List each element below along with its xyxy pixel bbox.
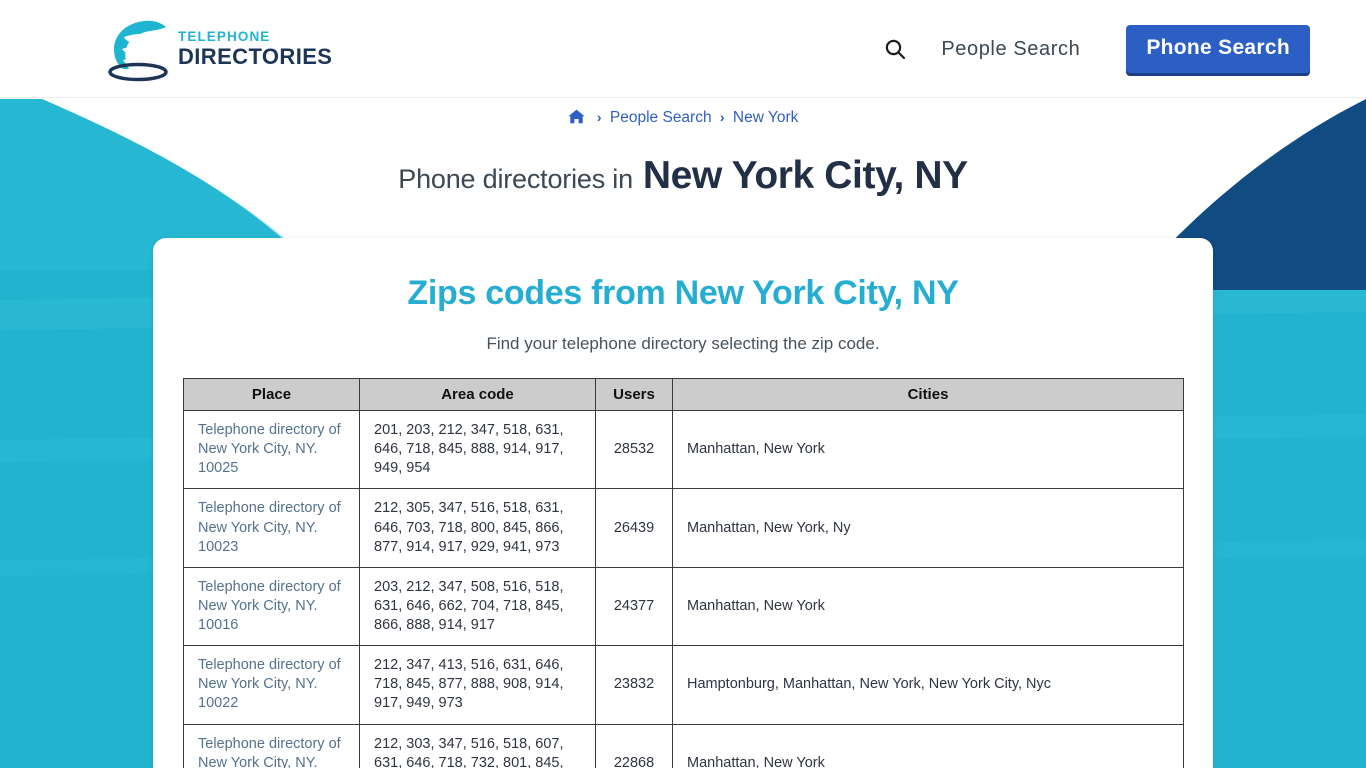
cell-cities: Manhattan, New York: [672, 409, 1184, 490]
column-header-users: Users: [595, 378, 673, 411]
cell-cities: Manhattan, New York, Ny: [672, 488, 1184, 568]
cell-place: Telephone directory of New York City, NY…: [183, 488, 360, 568]
cell-place: Telephone directory of New York City, NY…: [183, 409, 360, 490]
directory-link[interactable]: Telephone directory of New York City, NY…: [198, 736, 341, 768]
column-header-cities: Cities: [672, 378, 1184, 411]
table-header-row: Place Area code Users Cities: [183, 378, 1184, 411]
column-header-area-code: Area code: [359, 378, 596, 411]
header-nav: People Search Phone Search: [873, 0, 1310, 98]
table-row: Telephone directory of New York City, NY…: [183, 409, 1184, 490]
table-head: Place Area code Users Cities: [183, 378, 1184, 411]
card-subtitle: Find your telephone directory selecting …: [486, 334, 880, 353]
zip-codes-table: Place Area code Users Cities Telephone d…: [183, 378, 1184, 768]
cell-place: Telephone directory of New York City, NY…: [183, 645, 360, 725]
table-body: Telephone directory of New York City, NY…: [183, 409, 1184, 768]
breadcrumb-item-people-search[interactable]: People Search: [610, 109, 712, 126]
cell-area-code: 201, 203, 212, 347, 518, 631, 646, 718, …: [359, 409, 596, 490]
logo-text-top: TELEPHONE: [178, 29, 271, 45]
search-icon[interactable]: [873, 27, 917, 71]
cell-area-code: 203, 212, 347, 508, 516, 518, 631, 646, …: [359, 566, 596, 647]
directory-link[interactable]: Telephone directory of New York City, NY…: [198, 579, 341, 633]
site-header: TELEPHONE DIRECTORIES People Search Phon…: [0, 0, 1366, 98]
card-title: Zips codes from New York City, NY: [407, 274, 959, 312]
cell-users: 26439: [595, 488, 673, 568]
directory-link[interactable]: Telephone directory of New York City, NY…: [198, 500, 341, 554]
page-title-location: New York City, NY: [642, 154, 968, 197]
cell-area-code: 212, 305, 347, 516, 518, 631, 646, 703, …: [359, 488, 596, 568]
zip-table-container: Place Area code Users Cities Telephone d…: [183, 378, 1184, 768]
table-row: Telephone directory of New York City, NY…: [183, 566, 1184, 647]
breadcrumb-item-new-york[interactable]: New York: [733, 109, 798, 126]
cell-users: 28532: [595, 409, 673, 490]
logo-text-bottom: DIRECTORIES: [178, 43, 333, 69]
cell-cities: Manhattan, New York: [672, 723, 1184, 768]
phone-search-button[interactable]: Phone Search: [1126, 25, 1310, 73]
cell-cities: Hamptonburg, Manhattan, New York, New Yo…: [672, 645, 1184, 725]
breadcrumb-separator-2: ›: [719, 109, 725, 125]
cell-users: 23832: [595, 645, 673, 725]
column-header-place: Place: [183, 378, 360, 411]
content-card: Zips codes from New York City, NY Find y…: [153, 238, 1213, 768]
cell-place: Telephone directory of New York City, NY…: [183, 566, 360, 647]
directory-link[interactable]: Telephone directory of New York City, NY…: [198, 422, 341, 476]
breadcrumb-separator-1: ›: [596, 109, 602, 125]
page-title-prefix: Phone directories in: [398, 164, 633, 194]
hero-section: › People Search › New York Phone directo…: [0, 98, 1366, 243]
cell-cities: Manhattan, New York: [672, 566, 1184, 647]
cell-users: 22868: [595, 723, 673, 768]
cell-place: Telephone directory of New York City, NY…: [183, 723, 360, 768]
page-root: TELEPHONE DIRECTORIES People Search Phon…: [0, 0, 1366, 768]
logo-wordmark: TELEPHONE DIRECTORIES: [178, 30, 332, 68]
cell-area-code: 212, 303, 347, 516, 518, 607, 631, 646, …: [359, 723, 596, 768]
table-row: Telephone directory of New York City, NY…: [183, 723, 1184, 768]
directory-link[interactable]: Telephone directory of New York City, NY…: [198, 657, 341, 711]
home-icon[interactable]: [568, 109, 585, 129]
swoosh-logo-icon: [108, 20, 168, 82]
cell-users: 24377: [595, 566, 673, 647]
table-row: Telephone directory of New York City, NY…: [183, 645, 1184, 725]
nav-people-search-link[interactable]: People Search: [941, 38, 1080, 61]
cell-area-code: 212, 347, 413, 516, 631, 646, 718, 845, …: [359, 645, 596, 725]
site-logo[interactable]: TELEPHONE DIRECTORIES: [100, 14, 380, 84]
page-title: Phone directories in New York City, NY: [0, 154, 1366, 198]
table-row: Telephone directory of New York City, NY…: [183, 488, 1184, 568]
breadcrumb: › People Search › New York: [0, 109, 1366, 129]
